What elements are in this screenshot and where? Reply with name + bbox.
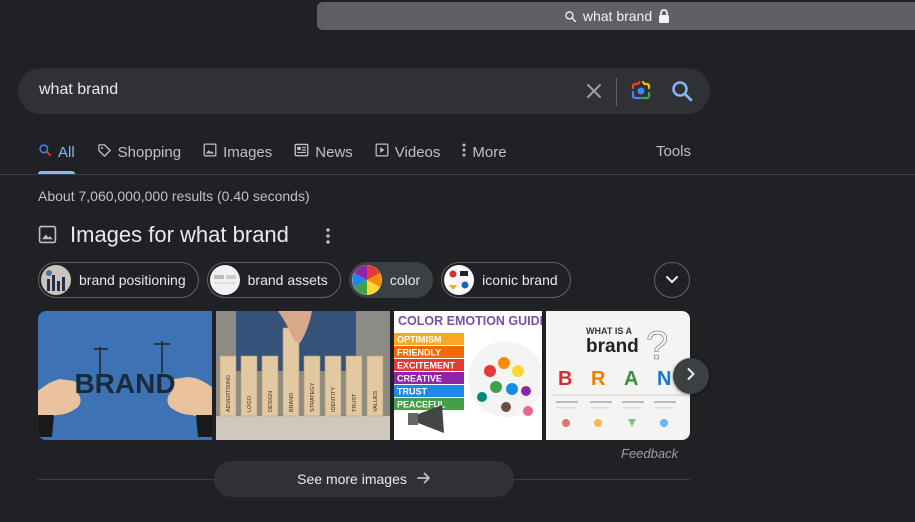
chevron-down-icon: [666, 271, 678, 289]
tools-button[interactable]: Tools: [656, 143, 691, 160]
thumbnail-text: BRAND: [74, 368, 175, 399]
news-icon: [294, 143, 309, 161]
brand-letter: B: [558, 368, 572, 390]
tab-shopping[interactable]: Shopping: [97, 143, 181, 161]
images-section-title: Images for what brand: [70, 222, 289, 247]
image-result[interactable]: COLOR EMOTION GUIDE OPTIMISM FRIENDLY EXCI…: [394, 311, 542, 440]
image-icon: [38, 225, 57, 249]
clear-icon[interactable]: [582, 79, 606, 103]
address-bar-text: what brand: [582, 8, 653, 24]
tab-all[interactable]: All: [38, 143, 75, 161]
tab-label: All: [58, 143, 75, 161]
camera-icon[interactable]: [629, 79, 653, 103]
chip-thumbnail: [351, 265, 382, 295]
brand-letter: R: [591, 368, 606, 390]
play-icon: [375, 143, 389, 161]
search-divider: [616, 78, 617, 106]
thumbnail-text: brand: [586, 336, 639, 357]
search-icon: [564, 10, 577, 23]
chip-iconic-brand[interactable]: iconic brand: [441, 262, 571, 298]
arrow-right-icon: [416, 471, 431, 487]
block-word: TRUST: [352, 393, 358, 412]
brand-letter: N: [657, 368, 671, 390]
block-word: IDENTITY: [331, 387, 337, 412]
chip-label: brand positioning: [79, 272, 186, 288]
emotion-word: TRUST: [397, 387, 427, 397]
chip-thumbnail: [209, 265, 240, 295]
expand-chips-button[interactable]: [654, 262, 690, 298]
image-result[interactable]: WHAT IS A brand ? BRAN: [546, 311, 690, 440]
search-tabs: All Shopping Images News Videos More: [38, 143, 529, 175]
see-more-images-button[interactable]: See more images: [214, 461, 514, 497]
chip-label: brand assets: [247, 272, 328, 288]
tab-label: Images: [223, 143, 273, 161]
tab-images[interactable]: Images: [203, 143, 272, 161]
image-icon: [203, 143, 217, 161]
tab-news[interactable]: News: [294, 143, 353, 161]
thumbnail-text: WHAT IS A: [586, 326, 632, 336]
tab-more[interactable]: More: [462, 143, 507, 161]
block-word: LOGO: [247, 395, 253, 412]
emotion-word: EXCITEMENT: [397, 361, 456, 371]
search-submit-icon[interactable]: [670, 79, 694, 103]
chip-thumbnail: [444, 265, 475, 295]
refinement-chips: brand positioning brand assets color ico…: [38, 262, 571, 298]
image-result[interactable]: BRAND: [38, 311, 212, 440]
block-word: VALUES: [373, 390, 379, 412]
more-options-icon[interactable]: [318, 225, 338, 247]
tabs-divider: [0, 174, 915, 175]
tab-label: News: [315, 143, 353, 161]
search-box[interactable]: what brand: [18, 68, 710, 114]
address-bar[interactable]: what brand: [317, 2, 915, 30]
chip-brand-positioning[interactable]: brand positioning: [38, 262, 199, 298]
tab-videos[interactable]: Videos: [375, 143, 441, 161]
chip-brand-assets[interactable]: brand assets: [206, 262, 341, 298]
emotion-word: FRIENDLY: [397, 348, 441, 358]
emotion-word: CREATIVE: [397, 374, 442, 384]
see-more-label: See more images: [297, 471, 407, 487]
tab-label: Shopping: [117, 143, 182, 161]
image-result[interactable]: ADVERTISING LOGO DESIGN BRAND STRATEGY IDENTI…: [216, 311, 390, 440]
thumbnail-title: COLOR EMOTION GUIDE: [398, 314, 542, 328]
chevron-right-icon: [687, 367, 695, 385]
block-word: ADVERTISING: [226, 375, 232, 412]
lock-icon: [658, 9, 670, 23]
search-input[interactable]: what brand: [39, 81, 118, 99]
block-word: STRATEGY: [310, 382, 316, 412]
more-vert-icon: [462, 143, 466, 161]
result-stats: About 7,060,000,000 results (0.40 second…: [38, 188, 310, 204]
chip-thumbnail: [41, 265, 71, 295]
search-icon: [38, 143, 52, 161]
tab-label: Videos: [394, 143, 441, 161]
brand-letter: A: [624, 368, 638, 390]
svg-text:?: ?: [646, 324, 668, 368]
chip-label: iconic brand: [482, 272, 558, 288]
tab-label: More: [472, 143, 507, 161]
block-word: BRAND: [289, 393, 295, 412]
chip-color[interactable]: color: [348, 262, 434, 298]
emotion-word: OPTIMISM: [397, 335, 442, 345]
next-images-button[interactable]: [673, 358, 709, 394]
chip-label: color: [389, 272, 421, 288]
feedback-link[interactable]: Feedback: [621, 446, 678, 461]
tag-icon: [97, 143, 112, 162]
block-word: DESIGN: [268, 391, 274, 412]
